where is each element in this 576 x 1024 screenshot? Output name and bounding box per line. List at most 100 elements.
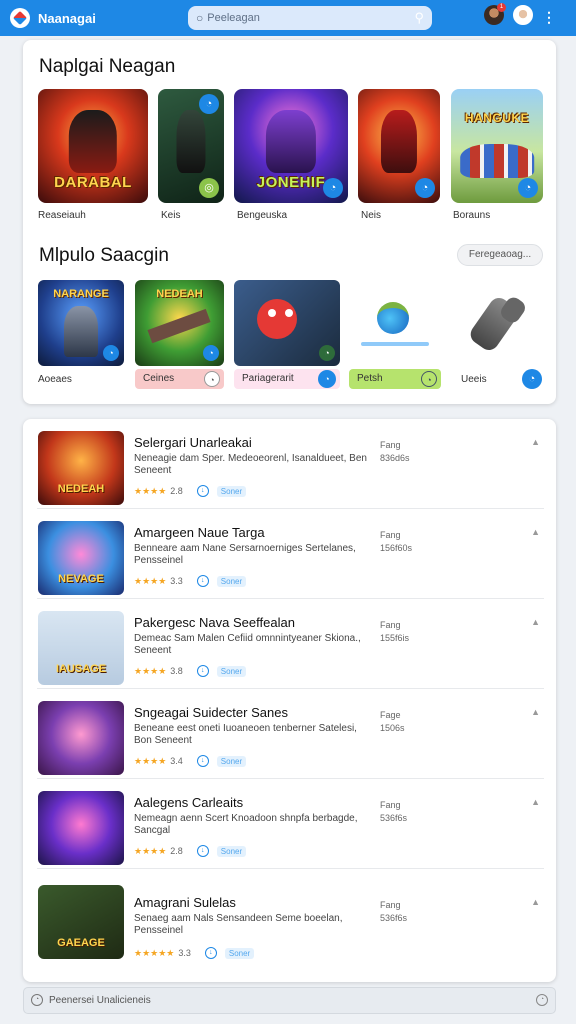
featured-tile-label: Borauns	[453, 210, 491, 221]
genre-tag: Soner	[224, 947, 255, 959]
tile-art-text: DARABAL	[54, 174, 132, 191]
tile-art-text: NARANGE	[53, 288, 109, 300]
rating-value: 3.4	[170, 756, 183, 766]
user-avatar[interactable]	[513, 5, 533, 25]
game-description: Demeac Sam Malen Cefiid omnnintyeaner Sk…	[134, 633, 361, 656]
chip-label: Pariagerarit	[242, 373, 294, 384]
game-thumbnail: NEVAGE	[38, 521, 124, 595]
search-icon: ○	[196, 11, 204, 25]
download-icon[interactable]: ↓	[196, 665, 209, 677]
price-text: Fage	[380, 710, 401, 720]
tile-badge-icon: ◎	[199, 178, 219, 198]
settings-icon[interactable]: ◔	[536, 994, 548, 1006]
download-icon[interactable]: ↓	[204, 947, 217, 959]
price-text: Fang	[380, 800, 401, 810]
featured-tile-3[interactable]: JONEHIF ◔	[234, 89, 348, 203]
list-item[interactable]: IAUSAGE Pakergesc Nava Seeffealan Demeac…	[23, 599, 556, 689]
size-text: 1506s	[380, 723, 405, 733]
list-item[interactable]: GAEAGE Amagrani Sulelas Senaeg aam Nals …	[23, 869, 556, 959]
tile-action-icon[interactable]: ◔	[518, 178, 538, 198]
tile-art-text: HANGUKE	[464, 111, 530, 125]
multiplayer-tile-4[interactable]	[349, 280, 441, 366]
tile-action-icon[interactable]: ◔	[323, 178, 343, 198]
list-item[interactable]: Aalegens Carleaits Nemeagn aenn Scert Kn…	[23, 779, 556, 869]
rating-stars: ★★★★★	[134, 947, 175, 958]
chevron-up-icon[interactable]: ▲	[531, 437, 540, 447]
genre-tag: Soner	[216, 755, 247, 767]
tile-action-icon[interactable]: ◔	[415, 178, 435, 198]
featured-tile-2[interactable]: ◔ ◎	[158, 89, 224, 203]
rating-stars: ★★★★	[134, 845, 167, 856]
game-description: Beneane eest oneti Iuoaneoen tenberner S…	[134, 723, 357, 746]
more-options-icon[interactable]: ⋮	[542, 8, 556, 26]
multiplayer-chip[interactable]: Petsh ◔	[349, 369, 441, 389]
tile-action-icon[interactable]: ◔	[199, 94, 219, 114]
game-title: Selergari Unarleakai	[134, 435, 252, 450]
search-input[interactable]	[207, 12, 415, 24]
app-logo[interactable]	[10, 8, 30, 28]
price-text: Fang	[380, 620, 401, 630]
multiplayer-tile-2[interactable]: NEDEAH ◔	[135, 280, 224, 366]
weapon-art	[147, 308, 212, 343]
notification-badge: 1	[497, 3, 506, 12]
chip-icon: ◔	[318, 370, 336, 388]
size-text: 536f6s	[380, 813, 408, 823]
search-submit-icon[interactable]: ⚲	[414, 10, 424, 26]
size-text: 536f6s	[380, 913, 408, 923]
list-item[interactable]: NEVAGE Amargeen Naue Targa Benneare aam …	[23, 509, 556, 599]
game-description: Senaeg aam Nals Sensandeen Seme boeelan,…	[134, 913, 343, 936]
list-item[interactable]: NEDEAH Selergari Unarleakai Neneagie dam…	[23, 419, 556, 509]
thumbnail-art-text: IAUSAGE	[55, 663, 107, 675]
size-text: 155f6is	[380, 633, 410, 643]
multiplayer-tile-5[interactable]	[455, 280, 545, 366]
see-more-button[interactable]: Feregeaoag...	[457, 244, 543, 266]
featured-tile-label: Bengeuska	[237, 210, 288, 221]
featured-tile-label: Neis	[361, 210, 382, 221]
download-icon[interactable]: ↓	[196, 755, 209, 767]
featured-tile-4[interactable]: ◔	[358, 89, 440, 203]
bottom-status-bar[interactable]: ◔ Peenersei Unalicieneis ◔	[23, 987, 556, 1014]
multiplayer-tile-3[interactable]: ◔	[234, 280, 340, 366]
price-text: Fang	[380, 900, 401, 910]
featured-tile-1[interactable]: DARABAL	[38, 89, 148, 203]
tile-art-text: NEDEAH	[156, 288, 203, 300]
size-text: 156f60s	[380, 543, 413, 553]
download-icon[interactable]: ↓	[196, 845, 209, 857]
search-bar[interactable]: ○ ⚲	[188, 6, 432, 30]
tile-action-icon[interactable]: ◔	[319, 345, 335, 361]
game-thumbnail: IAUSAGE	[38, 611, 124, 685]
character-art	[265, 109, 317, 174]
game-title: Sngeagai Suidecter Sanes	[134, 705, 288, 720]
notifications-avatar[interactable]: 1	[484, 3, 506, 25]
game-description: Neneagie dam Sper. Medeoeorenl, Isanaldu…	[134, 453, 367, 476]
chip-label: Ceines	[143, 373, 175, 384]
app-title: Naanagai	[38, 10, 96, 26]
multiplayer-tile-1[interactable]: NARANGE ◔	[38, 280, 124, 366]
game-description: Nemeagn aenn Scert Knoadoon shnpfa berba…	[134, 813, 358, 836]
chevron-up-icon[interactable]: ▲	[531, 617, 540, 627]
multiplayer-chip[interactable]: Ceines ◔	[135, 369, 224, 389]
pin-icon	[377, 302, 409, 334]
status-text: Peenersei Unalicieneis	[49, 995, 151, 1006]
download-icon[interactable]: ↓	[196, 485, 209, 497]
chevron-up-icon[interactable]: ▲	[531, 797, 540, 807]
character-art	[68, 109, 118, 174]
tile-action-icon[interactable]: ◔	[203, 345, 219, 361]
list-item[interactable]: Sngeagai Suidecter Sanes Beneane eest on…	[23, 689, 556, 779]
game-title: Pakergesc Nava Seeffealan	[134, 615, 295, 630]
tile-action-icon[interactable]: ◔	[522, 369, 542, 389]
chevron-up-icon[interactable]: ▲	[531, 707, 540, 717]
multiplayer-tile-label: Aoeaes	[38, 374, 72, 385]
multiplayer-chip[interactable]: Pariagerarit ◔	[234, 369, 340, 389]
game-title: Amagrani Sulelas	[134, 895, 236, 910]
tile-action-icon[interactable]: ◔	[103, 345, 119, 361]
character-art	[460, 143, 534, 178]
download-icon[interactable]: ↓	[196, 575, 209, 587]
chevron-up-icon[interactable]: ▲	[531, 527, 540, 537]
rating-value: 2.8	[170, 846, 183, 856]
genre-tag: Soner	[216, 575, 247, 587]
chevron-up-icon[interactable]: ▲	[531, 897, 540, 907]
character-art	[63, 305, 99, 358]
featured-tile-5[interactable]: HANGUKE ◔	[451, 89, 543, 203]
genre-tag: Soner	[216, 665, 247, 677]
